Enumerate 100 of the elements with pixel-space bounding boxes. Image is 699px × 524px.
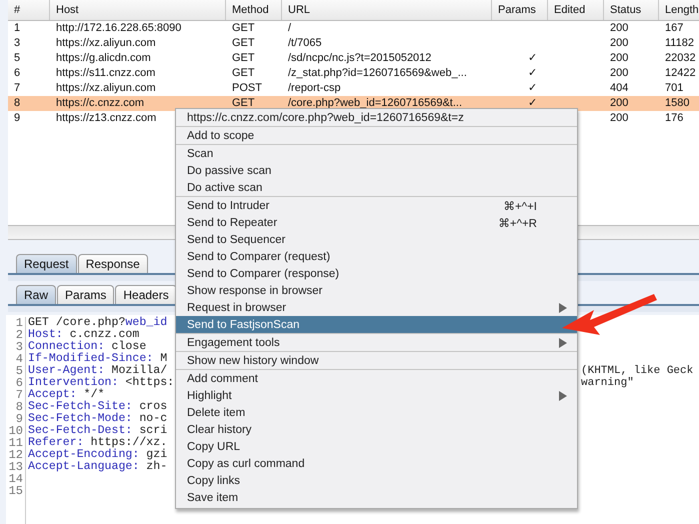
menu-item[interactable]: Scan: [176, 145, 577, 162]
table-cell-text: GET: [231, 36, 256, 51]
code-line: Intervention: <https:: [28, 376, 174, 389]
column-header[interactable]: URL: [282, 0, 492, 20]
code-line: Sec-Fetch-Dest: scri: [28, 424, 168, 437]
table-cell-text: 5: [13, 51, 22, 66]
line-number: 12: [8, 449, 23, 461]
menu-item[interactable]: https://c.cnzz.com/core.php?web_id=1260716569&t=z: [176, 109, 577, 126]
table-cell-text: GET: [231, 96, 256, 111]
code-line: Accept-Encoding: gzi: [28, 448, 168, 461]
menu-item[interactable]: Show response in browser: [176, 282, 577, 299]
table-cell-text: https://s11.cnzz.com: [55, 66, 156, 81]
column-header[interactable]: Edited: [548, 0, 604, 20]
menu-item[interactable]: Do active scan: [176, 179, 577, 196]
code-line: warning": [581, 377, 634, 389]
code-line: User-Agent: Mozilla/: [28, 364, 168, 377]
table-cell-text: https://xz.aliyun.com: [55, 81, 157, 96]
table-cell-text: 176: [664, 111, 684, 126]
line-number: 5: [16, 365, 23, 377]
code-line: Accept-Language: zh-: [28, 460, 168, 473]
shortcut-label: ⌘+^+R: [498, 216, 537, 230]
menu-item[interactable]: Show new history window: [176, 352, 577, 369]
column-header[interactable]: Params: [492, 0, 548, 20]
tab[interactable]: Response: [78, 254, 148, 273]
code-line: Sec-Fetch-Mode: no-c: [28, 412, 168, 425]
menu-item[interactable]: Delete item: [176, 404, 577, 421]
table-cell-text: 1580: [664, 96, 690, 111]
menu-item[interactable]: Send to Repeater ⌘+^+R: [176, 214, 577, 231]
table-cell-text: 200: [609, 111, 630, 126]
table-cell-text: 8: [13, 96, 22, 111]
table-cell-text: http://172.16.228.65:8090: [55, 21, 182, 36]
table-cell-text: GET: [231, 21, 256, 36]
code-line: Sec-Fetch-Site: cros: [28, 400, 168, 413]
column-header[interactable]: Status: [604, 0, 659, 20]
column-header[interactable]: Length: [659, 0, 699, 20]
code-line: GET /core.php?web_id: [28, 316, 168, 329]
table-cell-text: 22032: [664, 51, 697, 66]
table-cell-text: 6: [13, 66, 22, 81]
tab[interactable]: Headers: [115, 285, 177, 304]
table-cell-text: ✓: [527, 81, 538, 96]
shortcut-label: ⌘+^+I: [503, 200, 537, 212]
line-number: 7: [16, 389, 23, 401]
column-header[interactable]: #: [8, 0, 50, 20]
table-cell-text: /z_stat.php?id=1260716569&web_...: [287, 66, 468, 81]
menu-item[interactable]: Save item: [176, 489, 577, 506]
column-header[interactable]: Host: [50, 0, 226, 20]
table-cell-text: 12422: [664, 66, 697, 81]
line-number: 14: [8, 473, 23, 485]
menu-item[interactable]: Add comment: [176, 370, 577, 387]
menu-item[interactable]: Send to Comparer (request): [176, 248, 577, 265]
table-cell-text: POST: [231, 81, 263, 96]
menu-item[interactable]: Request in browser: [176, 299, 577, 316]
code-line: Connection: close: [28, 340, 146, 353]
table-cell-text: /sd/ncpc/nc.js?t=2015052012: [287, 51, 432, 66]
table-cell-text: GET: [231, 66, 256, 81]
table-cell-text: 200: [609, 21, 630, 36]
menu-item[interactable]: Send to Comparer (response): [176, 265, 577, 282]
code-line: (KHTML, like Geck: [581, 365, 694, 377]
menu-item[interactable]: Highlight: [176, 387, 577, 404]
line-number: 3: [16, 341, 23, 353]
table-cell-text: /core.php?web_id=1260716569&t...: [287, 96, 464, 111]
menu-item[interactable]: Do passive scan: [176, 162, 577, 179]
code-line: Referer: https://xz.: [28, 436, 168, 449]
table-cell-text: 200: [609, 51, 630, 66]
tab[interactable]: Params: [57, 285, 114, 304]
menu-item[interactable]: Copy URL: [176, 438, 577, 455]
table-cell-text: 200: [609, 66, 630, 81]
table-cell-text: GET: [231, 51, 256, 66]
menu-item[interactable]: Send to FastjsonScan: [176, 316, 577, 333]
table-cell-text: 200: [609, 96, 630, 111]
line-number: 4: [16, 353, 23, 365]
menu-item[interactable]: Send to Intruder ⌘+^+I: [176, 197, 577, 214]
menu-item[interactable]: Engagement tools: [176, 334, 577, 351]
tab[interactable]: Raw: [16, 285, 56, 304]
table-cell-text: https://g.alicdn.com: [55, 51, 152, 66]
line-number: 11: [8, 437, 23, 449]
table-cell-text: 7: [13, 81, 22, 96]
table-cell-text: https://c.cnzz.com: [55, 96, 146, 111]
line-number: 6: [16, 377, 23, 389]
table-cell-text: 167: [664, 21, 684, 36]
line-number: 8: [16, 401, 23, 413]
table-cell-text: /report-csp: [287, 81, 342, 96]
column-header[interactable]: Method: [226, 0, 282, 20]
table-cell-text: https://xz.aliyun.com: [55, 36, 157, 51]
menu-item[interactable]: Send to Sequencer: [176, 231, 577, 248]
menu-item[interactable]: Add to scope: [176, 127, 577, 144]
line-number: 10: [8, 425, 23, 437]
line-number: 15: [8, 485, 23, 497]
menu-item[interactable]: Clear history: [176, 421, 577, 438]
code-line: Accept: */*: [28, 388, 105, 401]
table-cell-text: 701: [664, 81, 684, 96]
line-number: 13: [8, 461, 23, 473]
line-number: 2: [16, 329, 23, 341]
menu-item[interactable]: Copy as curl command: [176, 455, 577, 472]
tab[interactable]: Request: [16, 254, 77, 273]
table-cell-text: 9: [13, 111, 22, 126]
table-cell-text: 1: [13, 21, 22, 36]
table-cell-text: ✓: [527, 66, 538, 81]
menu-item[interactable]: Copy links: [176, 472, 577, 489]
code-line: If-Modified-Since: M: [28, 352, 168, 365]
